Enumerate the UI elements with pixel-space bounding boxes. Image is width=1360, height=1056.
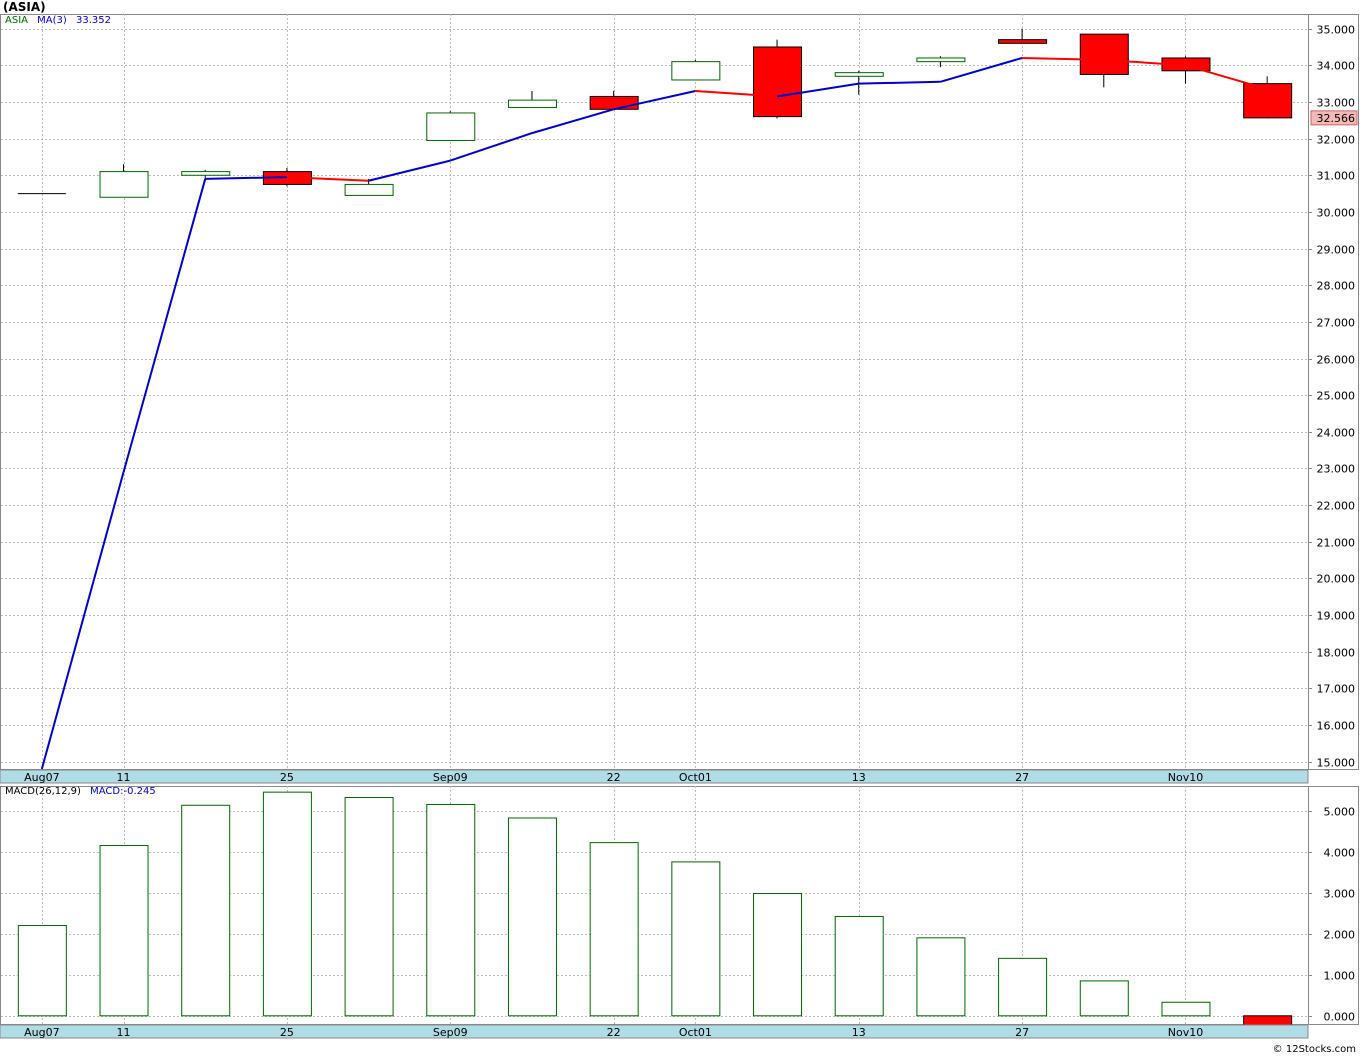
macd-bar — [99, 845, 149, 1017]
price-y-tick-label: 21.000 — [1317, 537, 1356, 550]
macd-bar — [753, 893, 803, 1017]
macd-bar — [17, 925, 67, 1017]
macd-bar — [262, 791, 312, 1017]
price-legend: ASIA MA(3) 33.352 — [5, 15, 111, 26]
price-y-tick-label: 22.000 — [1317, 500, 1356, 513]
candle-body — [998, 39, 1048, 44]
legend-macd-indicator: MACD(26,12,9) — [5, 786, 81, 797]
x-tick-label: 13 — [852, 771, 866, 784]
macd-bar — [671, 861, 721, 1017]
price-y-tick-label: 19.000 — [1317, 610, 1356, 623]
x-tick-label: 25 — [280, 771, 294, 784]
x-tick-label: 11 — [117, 771, 131, 784]
price-y-tick-label: 29.000 — [1317, 244, 1356, 257]
x-tick-label: 27 — [1015, 771, 1029, 784]
candle-body — [589, 95, 639, 110]
macd-bar — [426, 803, 476, 1017]
macd-bar — [834, 915, 884, 1017]
candle-body — [916, 57, 966, 63]
macd-bar — [1161, 1001, 1211, 1017]
x-tick-label: 25 — [280, 1026, 294, 1039]
x-tick-label: Nov10 — [1168, 771, 1203, 784]
macd-bar — [916, 937, 966, 1017]
x-tick-label: Sep09 — [433, 1026, 468, 1039]
price-y-tick-label: 30.000 — [1317, 207, 1356, 220]
price-y-tick-label: 18.000 — [1317, 647, 1356, 660]
x-tick-label: Oct01 — [679, 1026, 712, 1039]
price-y-tick-label: 16.000 — [1317, 720, 1356, 733]
macd-x-axis-band — [0, 1024, 1309, 1039]
macd-legend: MACD(26,12,9) MACD:-0.245 — [5, 786, 156, 797]
price-y-tick-label: 17.000 — [1317, 683, 1356, 696]
macd-bar — [507, 817, 557, 1017]
candle-body — [671, 61, 721, 81]
price-y-tick-label: 34.000 — [1317, 60, 1356, 73]
x-tick-label: 13 — [852, 1026, 866, 1039]
x-tick-label: Aug07 — [24, 1026, 59, 1039]
macd-bar — [344, 796, 394, 1017]
price-y-tick-label: 32.000 — [1317, 134, 1356, 147]
price-y-tick-label: 31.000 — [1317, 170, 1356, 183]
price-y-tick-label: 33.000 — [1317, 97, 1356, 110]
price-y-tick-label: 27.000 — [1317, 317, 1356, 330]
x-tick-label: Aug07 — [24, 771, 59, 784]
macd-bar — [181, 804, 231, 1017]
price-y-tick-label: 24.000 — [1317, 427, 1356, 440]
price-panel: 15.000 16.000 17.000 18.000 19.000 20.000 21.0… — [0, 14, 1359, 1039]
macd-y-tick-label: 1.000 — [1324, 970, 1356, 983]
legend-symbol: ASIA — [5, 15, 28, 26]
macd-y-tick-label: 3.000 — [1324, 888, 1356, 901]
price-plot-frame — [0, 14, 1359, 770]
price-y-tick-label: 20.000 — [1317, 573, 1356, 586]
watermark: © 12Stocks.com — [1272, 1044, 1356, 1055]
x-tick-label: 27 — [1015, 1026, 1029, 1039]
price-y-tick-label: 26.000 — [1317, 354, 1356, 367]
price-y-tick-label: 35.000 — [1317, 24, 1356, 37]
x-tick-label: 22 — [607, 1026, 621, 1039]
x-tick-label: Oct01 — [679, 771, 712, 784]
legend-ma-value: 33.352 — [76, 15, 111, 26]
macd-bar — [1079, 980, 1129, 1017]
candle-body — [426, 112, 476, 141]
macd-y-tick-label: 0.000 — [1324, 1011, 1356, 1024]
candle-body — [1079, 33, 1129, 75]
candle-body — [99, 171, 149, 198]
candle-body — [344, 183, 394, 196]
legend-ma-indicator: MA(3) — [37, 15, 67, 26]
legend-macd-value: MACD:-0.245 — [90, 786, 156, 797]
macd-bar — [589, 842, 639, 1017]
candle-body — [834, 72, 884, 77]
price-y-tick-label: 28.000 — [1317, 280, 1356, 293]
price-y-tick-label: 25.000 — [1317, 390, 1356, 403]
macd-y-tick-label: 4.000 — [1324, 847, 1356, 860]
x-tick-label: 11 — [117, 1026, 131, 1039]
candle-body — [507, 99, 557, 108]
macd-y-tick-label: 5.000 — [1324, 806, 1356, 819]
macd-bar — [1243, 1015, 1293, 1027]
price-y-tick-label: 15.000 — [1317, 757, 1356, 770]
candle-body — [1243, 83, 1293, 119]
x-tick-label: Sep09 — [433, 771, 468, 784]
candle-body — [181, 171, 231, 176]
price-x-axis-band — [0, 769, 1309, 784]
macd-bar — [998, 957, 1048, 1017]
candle-body — [753, 46, 803, 118]
macd-y-tick-label: 2.000 — [1324, 929, 1356, 942]
price-y-tick-label: 23.000 — [1317, 463, 1356, 476]
last-price-label: 32.566 — [1317, 112, 1356, 125]
x-tick-label: Nov10 — [1168, 1026, 1203, 1039]
x-tick-label: 22 — [607, 771, 621, 784]
